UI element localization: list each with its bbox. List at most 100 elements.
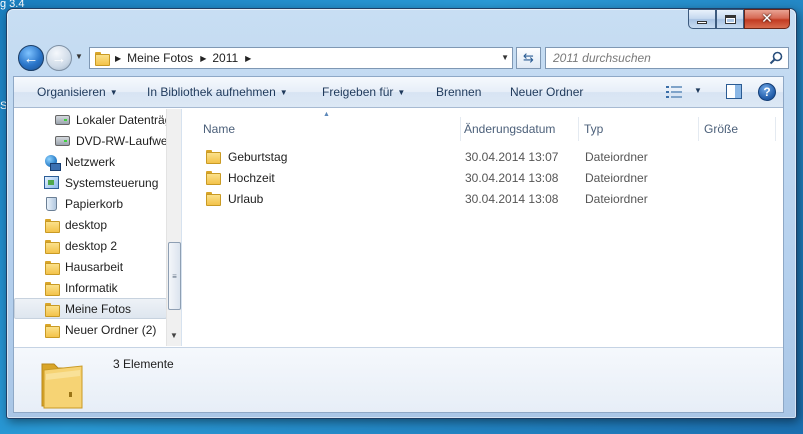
- nav-item-dvd-drive[interactable]: DVD-RW-Laufwerk: [14, 130, 167, 151]
- preview-pane-icon[interactable]: [726, 84, 742, 99]
- column-header-name[interactable]: Name: [195, 117, 461, 141]
- folder-icon: [43, 322, 60, 338]
- nav-item-label: Netzwerk: [65, 154, 116, 169]
- explorer-window: ✕ ← → ▼ ▶ Meine Fotos ▶ 2011 ▶ ▼ ⇆ 2011 …: [6, 8, 797, 419]
- navigation-row: ← → ▼ ▶ Meine Fotos ▶ 2011 ▶ ▼ ⇆: [16, 45, 789, 71]
- close-icon: ✕: [761, 11, 773, 27]
- view-options-dropdown-icon[interactable]: ▼: [694, 86, 702, 95]
- help-icon[interactable]: ?: [758, 83, 776, 101]
- nav-item-meine-fotos[interactable]: Meine Fotos: [14, 298, 167, 319]
- address-dropdown-icon[interactable]: ▼: [501, 53, 509, 62]
- nav-item-local-disk[interactable]: Lokaler Datenträger: [14, 109, 167, 130]
- control-panel-icon: [43, 175, 59, 191]
- large-folder-icon: [41, 363, 83, 409]
- column-header-type[interactable]: Typ: [576, 117, 699, 141]
- change-view-icon[interactable]: [666, 85, 682, 99]
- share-with-label: Freigeben für: [322, 85, 394, 99]
- breadcrumb-meine-fotos[interactable]: Meine Fotos: [127, 51, 193, 65]
- file-date: 30.04.2014 13:07: [465, 150, 559, 164]
- file-type: Dateiordner: [585, 150, 648, 164]
- search-icon[interactable]: [769, 51, 783, 65]
- nav-item-label: Systemsteuerung: [65, 175, 159, 190]
- close-button[interactable]: ✕: [744, 9, 790, 29]
- column-header-date[interactable]: Änderungsdatum: [456, 117, 579, 141]
- nav-item-control-panel[interactable]: Systemsteuerung: [14, 172, 167, 193]
- chevron-down-icon: ▼: [397, 88, 406, 97]
- scrollbar-thumb[interactable]: ≡: [168, 242, 181, 310]
- file-date: 30.04.2014 13:08: [465, 171, 559, 185]
- breadcrumb-separator-icon[interactable]: ▶: [200, 54, 206, 63]
- recycle-bin-icon: [43, 196, 59, 212]
- include-library-label: In Bibliothek aufnehmen: [147, 85, 276, 99]
- nav-pane-scrollbar[interactable]: ≡ ▼: [166, 109, 181, 346]
- new-folder-label: Neuer Ordner: [510, 85, 584, 99]
- folder-icon: [43, 280, 60, 296]
- nav-item-network[interactable]: Netzwerk: [14, 151, 167, 172]
- nav-item-label: Neuer Ordner (2): [65, 322, 157, 337]
- nav-item-label: Hausarbeit: [65, 259, 124, 274]
- nav-item-recycle-bin[interactable]: Papierkorb: [14, 193, 167, 214]
- share-with-menu[interactable]: Freigeben für ▼: [322, 85, 405, 99]
- forward-button[interactable]: →: [46, 45, 72, 71]
- nav-item-label: Lokaler Datenträger: [76, 112, 167, 127]
- nav-item-desktop-2[interactable]: desktop 2: [14, 235, 167, 256]
- column-header-size[interactable]: Größe: [696, 117, 776, 141]
- organize-menu[interactable]: Organisieren ▼: [37, 85, 118, 99]
- back-button[interactable]: ←: [18, 45, 44, 71]
- file-type: Dateiordner: [585, 171, 648, 185]
- search-box[interactable]: [545, 47, 789, 69]
- file-name: Hochzeit: [228, 171, 275, 185]
- nav-item-label: Meine Fotos: [65, 301, 132, 316]
- drive-icon: [54, 112, 70, 128]
- nav-item-informatik[interactable]: Informatik: [14, 277, 167, 298]
- nav-item-label: DVD-RW-Laufwerk: [76, 133, 167, 148]
- back-arrow-icon: ←: [23, 49, 39, 67]
- refresh-icon: ⇆: [523, 50, 534, 65]
- search-input[interactable]: [546, 48, 788, 68]
- breadcrumb-separator-icon[interactable]: ▶: [245, 54, 251, 63]
- column-headers: Name Änderungsdatum Typ Größe: [183, 117, 783, 141]
- scroll-down-icon[interactable]: ▼: [170, 331, 178, 340]
- recent-pages-dropdown-icon[interactable]: ▼: [75, 52, 83, 61]
- new-folder-button[interactable]: Neuer Ordner: [510, 85, 583, 99]
- minimize-button[interactable]: [688, 9, 716, 29]
- nav-item-label: Papierkorb: [65, 196, 124, 211]
- file-name: Geburtstag: [228, 150, 288, 164]
- table-row[interactable]: Hochzeit 30.04.2014 13:08 Dateiordner: [183, 168, 743, 189]
- item-count: 3 Elemente: [113, 357, 174, 371]
- forward-arrow-icon: →: [51, 49, 67, 67]
- details-pane: 3 Elemente: [14, 347, 783, 412]
- chevron-down-icon: ▼: [279, 88, 288, 97]
- navigation-pane: Lokaler Datenträger DVD-RW-Laufwerk Netz…: [14, 109, 182, 346]
- folder-icon: [43, 301, 60, 317]
- folder-icon: [206, 171, 221, 185]
- maximize-button[interactable]: [716, 9, 744, 29]
- nav-item-label: desktop 2: [65, 238, 118, 253]
- file-list: ▲ Name Änderungsdatum Typ Größe Geburtst…: [183, 109, 783, 346]
- folder-icon: [43, 259, 60, 275]
- breadcrumb-separator-icon[interactable]: ▶: [115, 54, 121, 63]
- nav-item-neuer-ordner-2[interactable]: Neuer Ordner (2): [14, 319, 167, 340]
- address-bar[interactable]: ▶ Meine Fotos ▶ 2011 ▶ ▼: [89, 47, 513, 69]
- nav-item-desktop[interactable]: desktop: [14, 214, 167, 235]
- caption-buttons: ✕: [688, 9, 790, 30]
- table-row[interactable]: Urlaub 30.04.2014 13:08 Dateiordner: [183, 189, 743, 210]
- nav-item-label: Informatik: [65, 280, 118, 295]
- content-frame: Organisieren ▼ In Bibliothek aufnehmen ▼ F…: [13, 76, 784, 413]
- refresh-button[interactable]: ⇆: [516, 47, 541, 69]
- nav-item-hausarbeit[interactable]: Hausarbeit: [14, 256, 167, 277]
- burn-button[interactable]: Brennen: [436, 85, 481, 99]
- dvd-drive-icon: [54, 133, 70, 149]
- folder-icon: [206, 150, 221, 164]
- maximize-icon: [724, 14, 736, 24]
- file-type: Dateiordner: [585, 192, 648, 206]
- command-bar: Organisieren ▼ In Bibliothek aufnehmen ▼ F…: [14, 77, 783, 108]
- network-icon: [43, 154, 61, 171]
- chevron-down-icon: ▼: [109, 88, 118, 97]
- breadcrumb-2011[interactable]: 2011: [212, 51, 238, 65]
- include-in-library-menu[interactable]: In Bibliothek aufnehmen ▼: [147, 85, 288, 99]
- grip-icon: ≡: [172, 271, 177, 281]
- folder-icon: [206, 192, 221, 206]
- table-row[interactable]: Geburtstag 30.04.2014 13:07 Dateiordner: [183, 147, 743, 168]
- folder-icon: [43, 238, 60, 254]
